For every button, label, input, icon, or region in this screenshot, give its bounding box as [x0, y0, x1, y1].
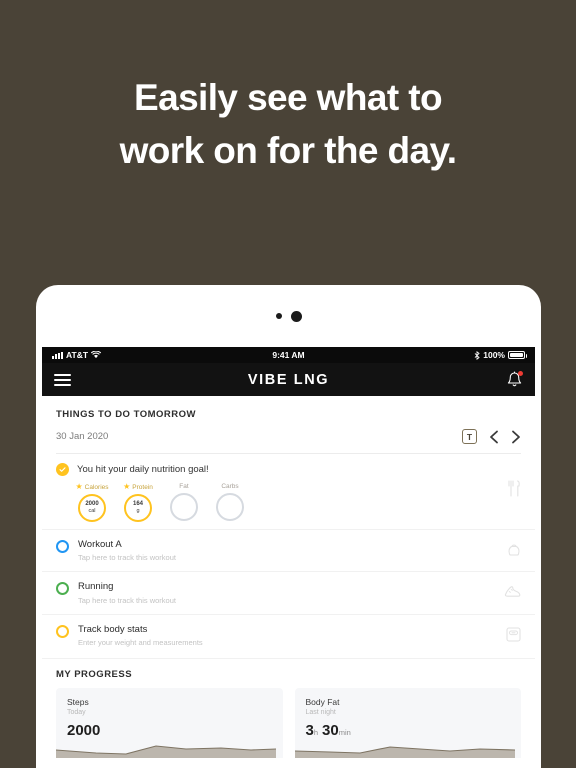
task-body: Running Tap here to track this workout	[78, 581, 521, 604]
cellular-signal-icon	[52, 351, 63, 359]
progress-card-body-fat[interactable]: Body Fat Last night 3h 30min	[294, 687, 521, 758]
progress-card-steps[interactable]: Steps Today 2000	[56, 687, 283, 758]
status-bar: AT&T 9:41 AM 100%	[42, 347, 535, 363]
progress-section-title: MY PROGRESS	[42, 657, 535, 680]
star-icon: ★	[75, 482, 83, 491]
card-unit: h	[313, 727, 319, 737]
ring-unit: g	[136, 508, 140, 515]
star-icon: ★	[123, 482, 131, 491]
task-checkbox[interactable]	[56, 540, 69, 553]
running-shoe-icon	[504, 586, 521, 598]
kettlebell-icon	[508, 544, 520, 556]
task-title: Workout A	[78, 539, 122, 550]
task-row-body-stats[interactable]: Track body stats Enter your weight and m…	[42, 613, 535, 656]
nutrition-ring-calories[interactable]: ★ Calories 2000 cal	[75, 482, 109, 522]
nutrition-check-icon[interactable]	[56, 463, 69, 476]
date-nav-controls: T	[462, 429, 521, 444]
body-fat-sparkline-chart	[294, 746, 515, 758]
ring-label-row: ★ Protein	[122, 483, 154, 491]
card-value: 3	[305, 721, 314, 739]
card-value-row: 2000	[67, 723, 272, 738]
battery-icon	[508, 351, 527, 359]
notification-badge-dot	[518, 371, 523, 376]
nutrition-goal-text: You hit your daily nutrition goal!	[77, 464, 209, 475]
headline-line-1: Easily see what to	[134, 77, 443, 118]
card-title: Body Fat	[305, 696, 340, 707]
progress-cards: Steps Today 2000 Body Fat Last night 3h 3…	[42, 680, 535, 758]
ring-gauge	[170, 493, 198, 521]
ring-label: Carbs	[221, 483, 239, 490]
card-title: Steps	[67, 696, 89, 707]
card-subtitle: Last night	[305, 708, 336, 716]
status-bar-left: AT&T	[52, 350, 102, 360]
nutrition-ring-protein[interactable]: ★ Protein 164 g	[122, 483, 154, 522]
status-bar-time: 9:41 AM	[272, 350, 305, 360]
nutrition-ring-carbs[interactable]: Carbs	[214, 483, 246, 522]
bluetooth-icon	[474, 350, 480, 360]
ring-gauge: 164 g	[124, 494, 152, 522]
utensils-icon	[508, 480, 520, 497]
task-title: Track body stats	[78, 623, 148, 635]
ring-gauge	[216, 493, 244, 521]
chevron-right-icon[interactable]	[511, 430, 521, 444]
card-value-2: 30	[322, 721, 339, 739]
ring-value: 2000	[85, 501, 99, 508]
task-row-workout-a[interactable]: Workout A Tap here to track this workout	[42, 529, 535, 571]
task-subtitle: Enter your weight and measurements	[78, 637, 203, 647]
hamburger-menu-icon[interactable]	[54, 373, 71, 386]
nutrition-goal-row: You hit your daily nutrition goal!	[56, 463, 521, 476]
ring-label-row: ★ Calories	[75, 482, 109, 491]
weight-scale-icon	[506, 627, 521, 642]
status-bar-right: 100%	[474, 350, 527, 360]
task-body: Workout A Tap here to track this workout	[78, 539, 521, 562]
app-navbar: VIBE LNG	[42, 363, 535, 396]
nutrition-task-row[interactable]: You hit your daily nutrition goal! ★ Cal…	[42, 454, 535, 522]
card-value-row: 3h 30min	[306, 723, 511, 738]
things-to-do-section-title: THINGS TO DO TOMORROW	[56, 409, 196, 420]
headline-line-2: work on for the day.	[119, 129, 457, 171]
wifi-icon	[91, 351, 102, 359]
task-checkbox[interactable]	[56, 624, 69, 638]
date-navigation-row: 30 Jan 2020 T	[42, 420, 535, 444]
ring-label: Protein	[132, 483, 153, 491]
task-body: Track body stats Enter your weight and m…	[78, 624, 521, 647]
chevron-left-icon[interactable]	[489, 430, 499, 444]
carrier-label: AT&T	[66, 350, 89, 360]
app-screen: AT&T 9:41 AM 100% VIBE LNG THINGS TO DO …	[42, 347, 535, 768]
ring-gauge: 2000 cal	[78, 494, 106, 522]
ring-value: 164	[132, 501, 143, 508]
ring-unit: cal	[88, 508, 96, 515]
card-unit-2: min	[338, 727, 351, 737]
task-subtitle: Tap here to track this workout	[78, 595, 176, 605]
current-date-label: 30 Jan 2020	[56, 431, 109, 442]
ring-label-row: Fat	[168, 483, 200, 490]
task-row-running[interactable]: Running Tap here to track this workout	[42, 571, 535, 613]
steps-sparkline-chart	[56, 745, 276, 758]
nutrition-ring-fat[interactable]: Fat	[168, 483, 200, 522]
task-checkbox[interactable]	[56, 582, 69, 596]
marketing-headline: Easily see what to work on for the day.	[0, 72, 576, 177]
ring-label: Fat	[179, 483, 189, 490]
app-content: THINGS TO DO TOMORROW 30 Jan 2020 T You …	[42, 396, 535, 768]
device-sensor-row	[36, 285, 541, 347]
notifications-button[interactable]	[506, 370, 523, 389]
front-camera-icon	[275, 313, 282, 319]
card-value: 2000	[67, 721, 101, 739]
battery-percent-label: 100%	[483, 350, 505, 360]
task-subtitle: Tap here to track this workout	[78, 553, 176, 563]
tablet-device-frame: AT&T 9:41 AM 100% VIBE LNG THINGS TO DO …	[36, 285, 541, 768]
ring-label: Calories	[84, 483, 109, 491]
nutrition-rings: ★ Calories 2000 cal ★ Protein 164 g Fat …	[64, 476, 521, 522]
speaker-sensor-icon	[290, 310, 302, 322]
today-button[interactable]: T	[462, 429, 477, 444]
ring-label-row: Carbs	[214, 483, 246, 490]
task-title: Running	[78, 581, 114, 593]
card-subtitle: Today	[67, 708, 86, 716]
app-title: VIBE LNG	[247, 371, 330, 388]
